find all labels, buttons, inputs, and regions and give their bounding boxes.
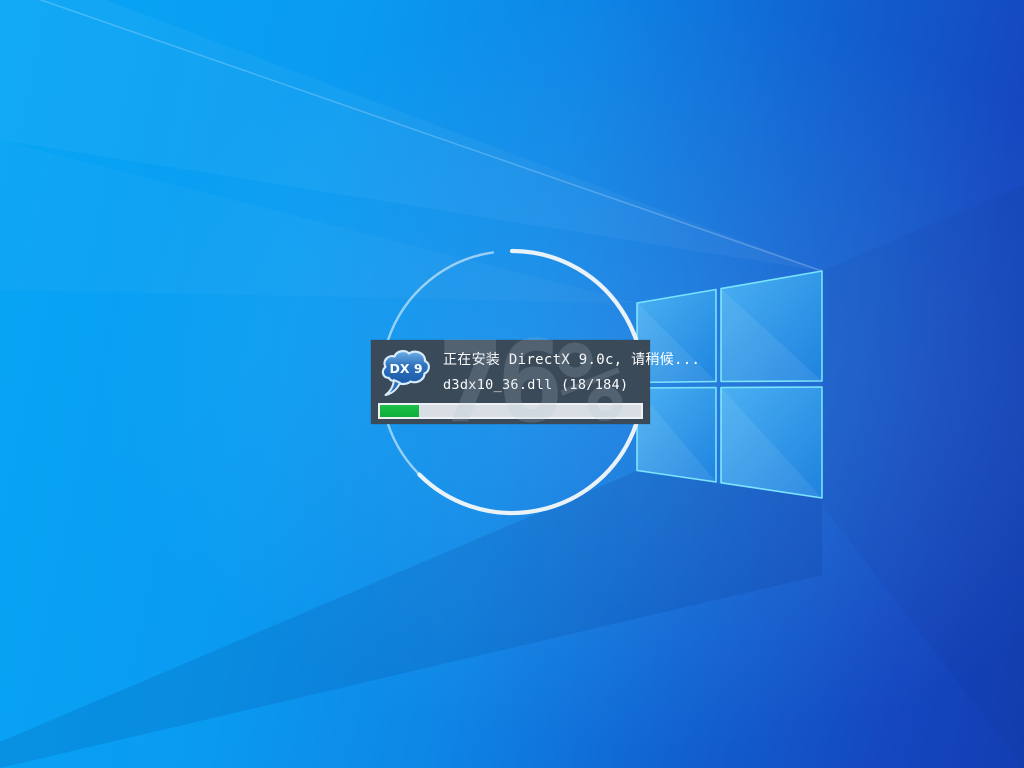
install-current-file: d3dx10_36.dll (18/184): [443, 373, 646, 398]
progress-fill: [380, 405, 419, 417]
install-status-text: 正在安装 DirectX 9.0c, 请稍候... d3dx10_36.dll …: [443, 348, 646, 398]
windows-logo: [637, 271, 822, 498]
directx9-icon: DX 9: [379, 347, 433, 399]
windows-install-screen: DX 9 正在安装 DirectX 9.0c, 请稍候... d3dx10_36…: [0, 0, 1024, 768]
install-progress-bar: [378, 403, 643, 419]
directx9-icon-label: DX 9: [389, 361, 422, 376]
directx-install-dialog: DX 9 正在安装 DirectX 9.0c, 请稍候... d3dx10_36…: [371, 340, 650, 424]
install-status-line1: 正在安装 DirectX 9.0c, 请稍候...: [443, 348, 646, 373]
